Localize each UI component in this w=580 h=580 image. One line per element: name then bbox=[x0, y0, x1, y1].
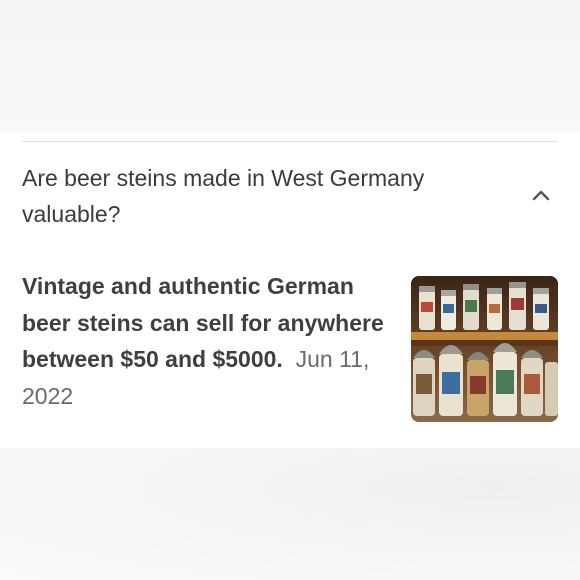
divider bbox=[22, 141, 558, 142]
chevron-up-icon[interactable] bbox=[528, 182, 554, 208]
faq-card: Are beer steins made in West Germany val… bbox=[0, 132, 580, 448]
faq-answer: Vintage and authentic German beer steins… bbox=[22, 268, 402, 414]
faq-question[interactable]: Are beer steins made in West Germany val… bbox=[22, 160, 492, 232]
page-background-bottom bbox=[0, 448, 580, 580]
page-background-top bbox=[0, 0, 580, 132]
beer-steins-image[interactable] bbox=[411, 276, 558, 422]
answer-period: . bbox=[276, 346, 283, 372]
